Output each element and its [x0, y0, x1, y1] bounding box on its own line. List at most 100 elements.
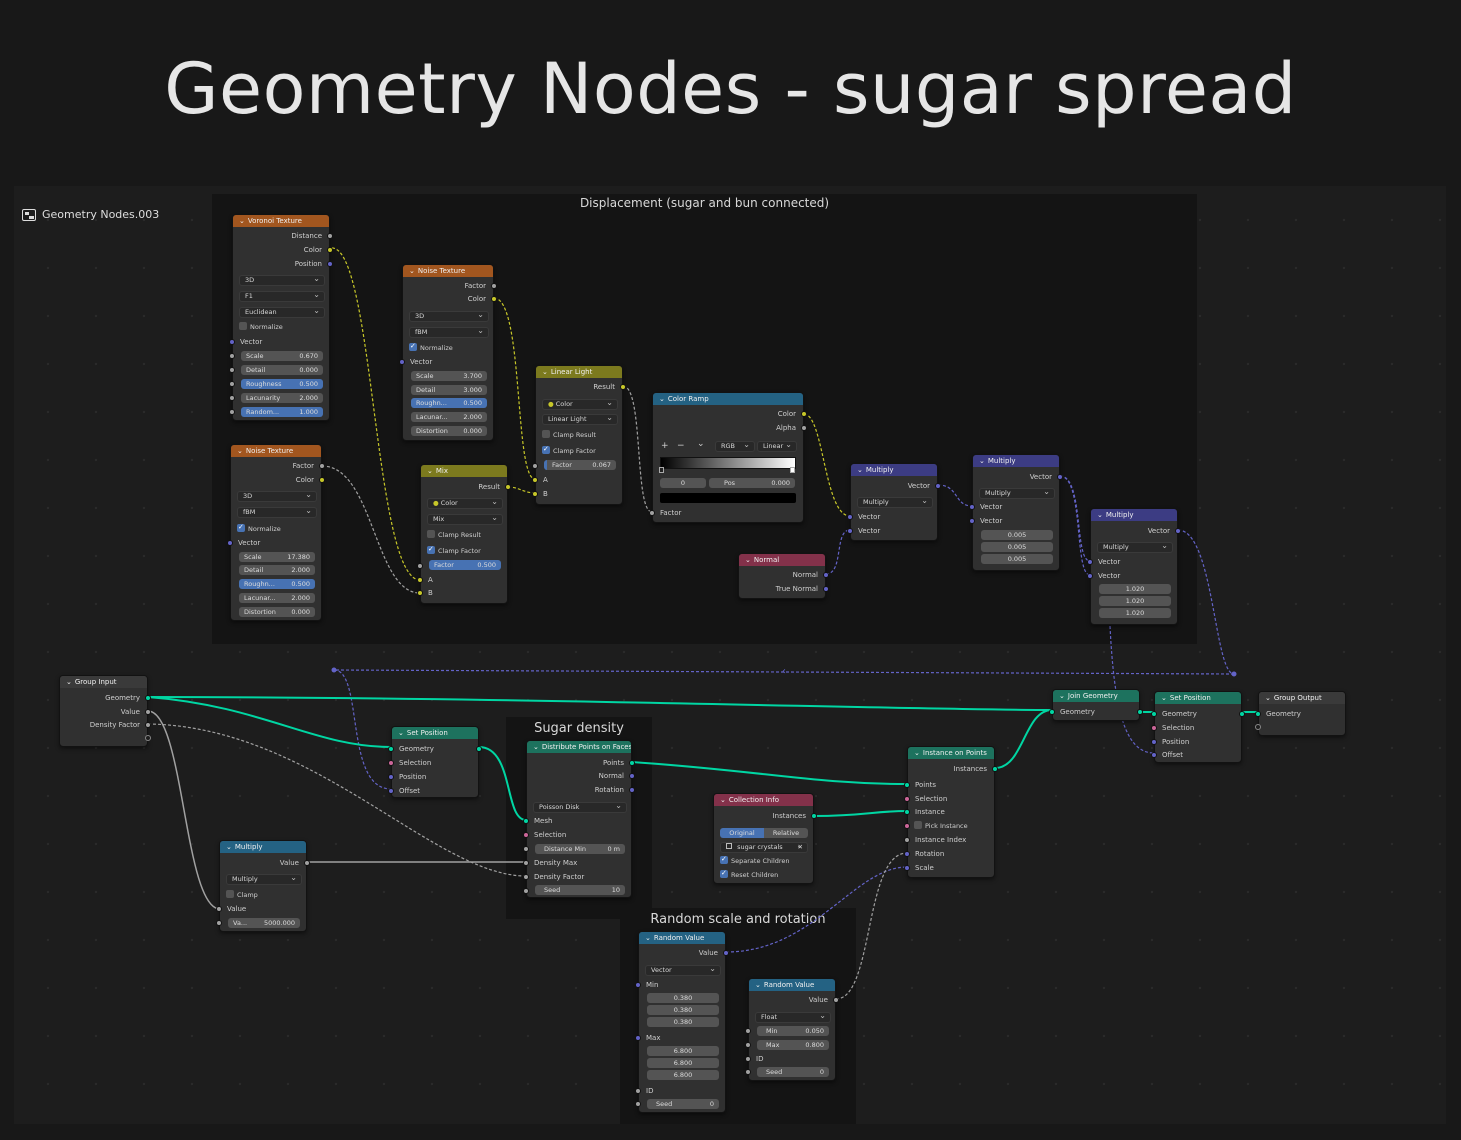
node-header[interactable]: ⌄ Multiply	[220, 841, 306, 853]
socket[interactable]	[745, 1028, 751, 1034]
distribute-method-dropdown[interactable]: Poisson Disk	[533, 802, 627, 813]
roughness-field[interactable]: Roughn... 0.500	[411, 398, 487, 408]
node-instance-on-points[interactable]: ⌄ Instance on Points Instances Points Sel…	[904, 746, 998, 878]
distance-min-field[interactable]: Distance Min 0 m	[535, 844, 625, 854]
roughness-field[interactable]: Roughness 0.500	[241, 379, 323, 389]
clamp-factor-checkbox[interactable]: Clamp Factor	[542, 443, 596, 457]
scale-field[interactable]: Scale 0.670	[241, 351, 323, 361]
normalize-checkbox[interactable]: Normalize	[237, 521, 281, 535]
socket[interactable]	[523, 832, 529, 838]
node-vector-multiply-3[interactable]: ⌄Multiply Vector Multiply Vector Vector …	[1087, 508, 1181, 625]
socket[interactable]	[417, 577, 423, 583]
interpolation-dropdown[interactable]: Linear	[757, 441, 797, 452]
node-linear-light[interactable]: ⌄Linear Light Result ● Color Linear Ligh…	[532, 365, 626, 505]
socket[interactable]	[1137, 709, 1143, 715]
node-color-ramp[interactable]: ⌄Color Ramp Color Alpha + − ⌄ RGB Linear…	[649, 392, 807, 523]
operation-dropdown[interactable]: Multiply	[857, 497, 933, 508]
socket[interactable]	[227, 540, 233, 546]
socket[interactable]	[523, 860, 529, 866]
ramp-menu-button[interactable]: ⌄	[697, 439, 705, 449]
seed-field[interactable]: Seed 0	[757, 1067, 829, 1077]
min-x-field[interactable]: 0.380	[647, 993, 719, 1003]
socket[interactable]	[388, 788, 394, 794]
socket[interactable]	[1087, 559, 1093, 565]
socket[interactable]	[523, 818, 529, 824]
node-random-value-float[interactable]: ⌄Random Value Value Float Min 0.050 Max 0.…	[745, 978, 839, 1081]
value-field[interactable]: Va... 5000.000	[228, 918, 300, 928]
data-type-dropdown[interactable]: Float	[755, 1012, 831, 1023]
socket[interactable]	[532, 477, 538, 483]
seed-field[interactable]: Seed 10	[535, 885, 625, 895]
data-type-dropdown[interactable]: Vector	[645, 965, 721, 976]
node-header[interactable]: ⌄ Multiply	[1091, 509, 1177, 521]
socket[interactable]	[417, 563, 423, 569]
socket[interactable]	[1151, 752, 1157, 758]
blend-dropdown[interactable]: Mix	[427, 514, 503, 525]
color-mode-dropdown[interactable]: RGB	[715, 441, 755, 452]
stop-color-swatch[interactable]	[660, 493, 796, 503]
node-header[interactable]: ⌄ Noise Texture	[403, 265, 493, 277]
node-normal[interactable]: ⌄ Normal Normal True Normal	[738, 553, 829, 599]
reset-children-checkbox[interactable]: Reset Children	[720, 867, 778, 881]
max-z-field[interactable]: 6.800	[647, 1070, 719, 1080]
socket[interactable]	[229, 353, 235, 359]
node-header[interactable]: ⌄ Color Ramp	[653, 393, 803, 405]
detail-field[interactable]: Detail 3.000	[411, 385, 487, 395]
factor-field[interactable]: Factor 0.500	[429, 560, 501, 570]
detail-field[interactable]: Detail 0.000	[241, 365, 323, 375]
node-header[interactable]: ⌄ Random Value	[639, 932, 725, 944]
roughness-field[interactable]: Roughn... 0.500	[239, 579, 315, 589]
clamp-result-checkbox[interactable]: Clamp Result	[542, 429, 596, 441]
node-header[interactable]: ⌄ Distribute Points on Faces	[527, 741, 631, 753]
socket[interactable]	[635, 1088, 641, 1094]
lacunarity-field[interactable]: Lacunar... 2.000	[239, 593, 315, 603]
clear-icon[interactable]: ✕	[798, 843, 803, 852]
socket[interactable]	[1151, 725, 1157, 731]
socket[interactable]	[904, 809, 910, 815]
node-group-output[interactable]: ⌄ Group Output Geometry	[1255, 691, 1346, 736]
socket[interactable]	[745, 1042, 751, 1048]
socket[interactable]	[1087, 573, 1093, 579]
socket[interactable]	[229, 409, 235, 415]
socket[interactable]	[476, 746, 482, 752]
max-field[interactable]: Max 0.800	[757, 1040, 829, 1050]
add-stop-button[interactable]: +	[661, 441, 669, 451]
vector-x-field[interactable]: 1.020	[1099, 584, 1171, 594]
lacunarity-field[interactable]: Lacunar... 2.000	[411, 412, 487, 422]
socket[interactable]	[635, 1035, 641, 1041]
socket[interactable]	[216, 920, 222, 926]
node-header[interactable]: ⌄ Join Geometry	[1053, 690, 1139, 702]
node-header[interactable]: ⌄ Noise Texture	[231, 445, 321, 457]
socket[interactable]	[229, 395, 235, 401]
socket[interactable]	[319, 463, 325, 469]
socket[interactable]	[388, 760, 394, 766]
vector-y-field[interactable]: 1.020	[1099, 596, 1171, 606]
socket[interactable]	[904, 782, 910, 788]
socket[interactable]	[327, 247, 333, 253]
min-z-field[interactable]: 0.380	[647, 1017, 719, 1027]
metric-dropdown[interactable]: Euclidean	[239, 307, 325, 318]
min-y-field[interactable]: 0.380	[647, 1005, 719, 1015]
socket[interactable]	[801, 425, 807, 431]
socket[interactable]	[388, 774, 394, 780]
detail-field[interactable]: Detail 2.000	[239, 565, 315, 575]
pick-instance-checkbox[interactable]: Pick Instance	[914, 820, 968, 832]
feature-dropdown[interactable]: F1	[239, 291, 325, 302]
data-type-dropdown[interactable]: ● Color	[542, 399, 618, 410]
lacunarity-field[interactable]: Lacunarity 2.000	[241, 393, 323, 403]
socket[interactable]	[823, 572, 829, 578]
node-header[interactable]: ⌄ Voronoi Texture	[233, 215, 329, 227]
clamp-checkbox[interactable]: Clamp	[226, 889, 258, 901]
randomness-field[interactable]: Random... 1.000	[241, 407, 323, 417]
socket[interactable]	[745, 1069, 751, 1075]
socket[interactable]	[620, 384, 626, 390]
socket[interactable]	[1151, 711, 1157, 717]
socket[interactable]	[229, 367, 235, 373]
socket[interactable]	[801, 411, 807, 417]
socket[interactable]	[1151, 739, 1157, 745]
node-math-multiply[interactable]: ⌄Multiply Value Multiply Clamp Value Va.…	[216, 840, 310, 932]
node-header[interactable]: ⌄ Group Output	[1259, 692, 1345, 704]
socket[interactable]	[847, 514, 853, 520]
socket[interactable]	[1255, 711, 1261, 717]
socket[interactable]	[811, 813, 817, 819]
